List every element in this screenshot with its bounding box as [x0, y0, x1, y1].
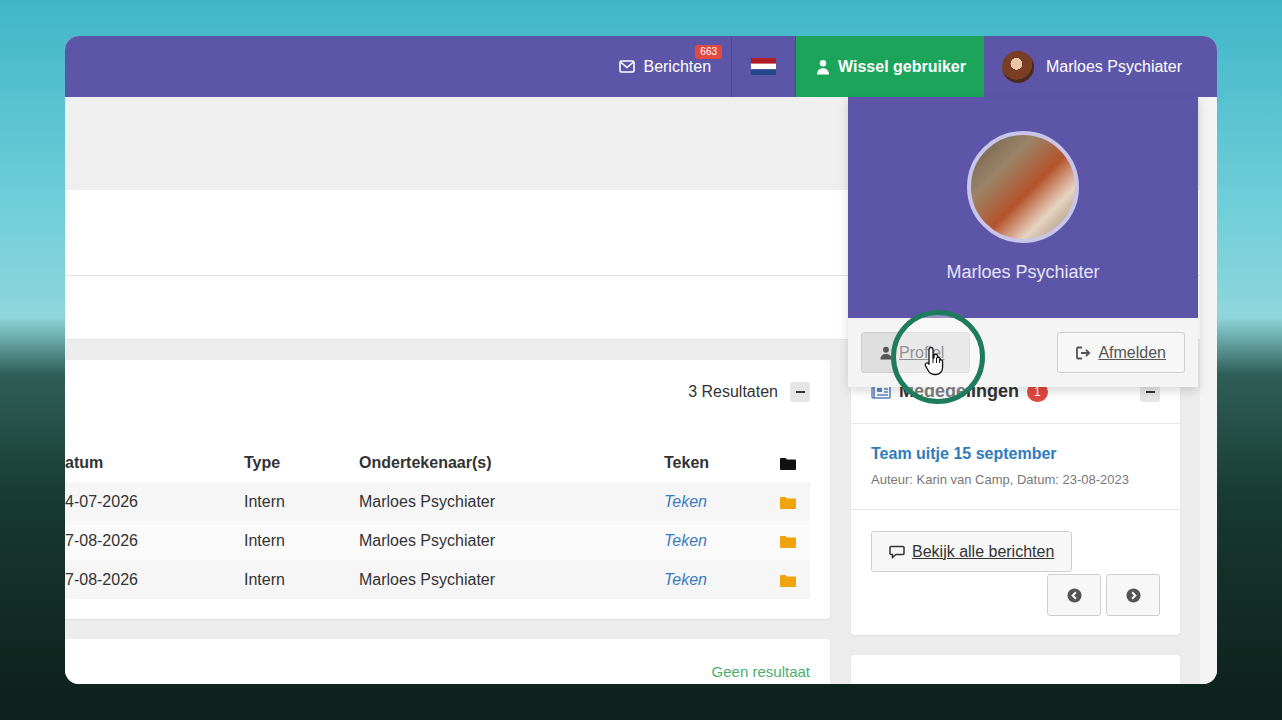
folder-cell[interactable]: [780, 529, 810, 553]
table-cell: Marloes Psychiater: [359, 490, 664, 514]
column-header[interactable]: atum: [65, 451, 244, 475]
announcements-list: Team uitje 15 september Auteur: Karin van…: [851, 424, 1180, 510]
empty-text: Geen resultaat: [712, 663, 810, 680]
profile-label[interactable]: Profiel: [899, 341, 944, 365]
folder-icon[interactable]: [780, 457, 796, 470]
top-bar: Berichten 663 Wissel gebruiker Marloes P…: [65, 36, 1217, 97]
folder-icon[interactable]: [780, 574, 796, 587]
table-cell: 4-07-2026: [65, 490, 244, 514]
next-panel: [851, 655, 1180, 684]
user-dropdown: Marloes Psychiater Profiel Afmelden: [848, 97, 1198, 387]
sign-link[interactable]: Teken: [664, 490, 780, 514]
table-cell: 7-08-2026: [65, 529, 244, 553]
minus-icon: [1146, 391, 1155, 393]
comments-icon: [889, 545, 905, 559]
user-dropdown-header: Marloes Psychiater: [848, 97, 1198, 318]
table-header: atumTypeOndertekenaar(s)Teken: [65, 444, 810, 482]
all-messages-label[interactable]: Bekijk alle berichten: [912, 540, 1054, 564]
dropdown-user-name: Marloes Psychiater: [946, 261, 1099, 283]
user-secret-icon: [816, 59, 830, 75]
column-header[interactable]: Teken: [664, 451, 780, 475]
switch-user-button[interactable]: Wissel gebruiker: [796, 36, 984, 97]
envelope-icon: [619, 60, 635, 73]
column-header[interactable]: Ondertekenaar(s): [359, 451, 664, 475]
table-row[interactable]: 7-08-2026InternMarloes PsychiaterTeken: [65, 521, 810, 560]
arrow-right-icon: [1126, 588, 1141, 603]
result-count: 3 Resultaten: [688, 380, 778, 404]
hand-cursor-icon: [924, 346, 946, 376]
profile-photo: [967, 131, 1079, 243]
scrollbar[interactable]: [1200, 97, 1217, 684]
user-icon: [880, 346, 892, 360]
folder-icon[interactable]: [780, 496, 796, 509]
table-cell: Marloes Psychiater: [359, 529, 664, 553]
table-row[interactable]: 7-08-2026InternMarloes PsychiaterTeken: [65, 560, 810, 599]
sign-link[interactable]: Teken: [664, 568, 780, 592]
messages-badge: 663: [695, 45, 722, 59]
user-avatar[interactable]: [1002, 51, 1034, 83]
user-menu-toggle[interactable]: Marloes Psychiater Marloes Psychiater Pr…: [984, 36, 1200, 97]
user-name[interactable]: Marloes Psychiater: [1046, 55, 1182, 79]
table-cell: 7-08-2026: [65, 568, 244, 592]
folder-cell[interactable]: [780, 490, 810, 514]
announcement-title[interactable]: Team uitje 15 september: [871, 444, 1160, 464]
messages-link[interactable]: Berichten 663: [607, 36, 732, 97]
dutch-flag-icon[interactable]: [751, 58, 776, 75]
announcements-panel: Mededelingen 1 Team uitje 15 septemberAu…: [851, 360, 1180, 635]
collapse-button[interactable]: [790, 382, 810, 402]
language-switch[interactable]: [732, 36, 796, 97]
folder-cell[interactable]: [780, 568, 810, 592]
all-messages-button[interactable]: Bekijk alle berichten: [871, 531, 1072, 572]
table-cell: Intern: [244, 490, 359, 514]
sign-out-icon: [1076, 346, 1091, 360]
logout-label[interactable]: Afmelden: [1098, 341, 1166, 365]
app-window: Berichten 663 Wissel gebruiker Marloes P…: [65, 36, 1217, 684]
previous-button[interactable]: [1047, 574, 1101, 616]
profile-button[interactable]: Profiel: [861, 332, 970, 373]
arrow-left-icon: [1067, 588, 1082, 603]
user-dropdown-footer: Profiel Afmelden: [848, 318, 1198, 387]
folder-icon[interactable]: [780, 535, 796, 548]
folder-column: [780, 451, 810, 475]
table-row[interactable]: 4-07-2026InternMarloes PsychiaterTeken: [65, 482, 810, 521]
next-button[interactable]: [1106, 574, 1160, 616]
second-panel: Geen resultaat: [65, 639, 830, 684]
table-body: 4-07-2026InternMarloes PsychiaterTeken7-…: [65, 482, 810, 599]
table-cell: Intern: [244, 529, 359, 553]
logout-button[interactable]: Afmelden: [1057, 332, 1185, 373]
documents-table: atumTypeOndertekenaar(s)Teken4-07-2026In…: [65, 424, 830, 619]
table-cell: Marloes Psychiater: [359, 568, 664, 592]
switch-user-label[interactable]: Wissel gebruiker: [838, 55, 966, 79]
documents-panel: 3 Resultaten atumTypeOndertekenaar(s)Tek…: [65, 360, 830, 619]
table-cell: Intern: [244, 568, 359, 592]
sign-link[interactable]: Teken: [664, 529, 780, 553]
announcement-meta: Auteur: Karin van Camp, Datum: 23-08-202…: [871, 472, 1160, 488]
minus-icon: [796, 391, 805, 393]
announcement-item: Team uitje 15 september Auteur: Karin van…: [851, 424, 1180, 510]
column-header[interactable]: Type: [244, 451, 359, 475]
